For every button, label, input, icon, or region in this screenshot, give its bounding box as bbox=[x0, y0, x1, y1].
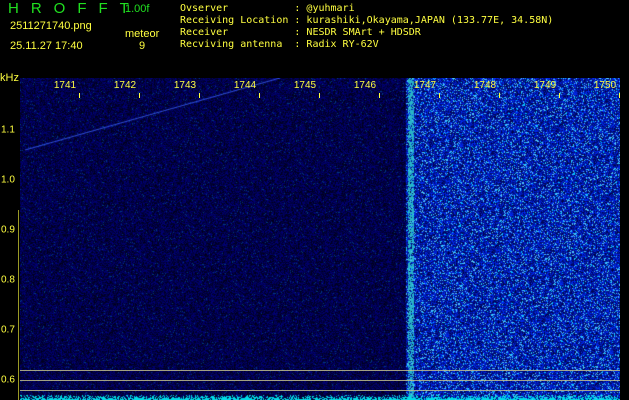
info-value: : NESDR SMArt + HDSDR bbox=[294, 27, 421, 38]
time-tick-label: 1746 bbox=[353, 80, 377, 91]
info-label: Ovserver bbox=[180, 3, 295, 14]
time-tick-mark bbox=[259, 93, 260, 98]
info-label: Receiver bbox=[180, 27, 295, 38]
waterfall-spectrogram bbox=[20, 78, 620, 400]
time-tick-label: 1742 bbox=[113, 80, 137, 91]
meteor-count: 9 bbox=[139, 40, 146, 52]
time-tick-label: 1750 bbox=[593, 80, 617, 91]
freq-tick-label: 1.1 bbox=[1, 124, 15, 136]
freq-tick-label: 1.0 bbox=[1, 174, 15, 186]
time-tick-label: 1743 bbox=[173, 80, 197, 91]
time-tick-label: 1744 bbox=[233, 80, 257, 91]
marker-line bbox=[20, 370, 620, 371]
app-title: HROFFT bbox=[8, 0, 141, 17]
time-tick-mark bbox=[199, 93, 200, 98]
freq-tick-label: 0.8 bbox=[1, 274, 15, 286]
info-location: Receiving Location : kurashiki,Okayama,J… bbox=[180, 15, 553, 27]
info-value: : kurashiki,Okayama,JAPAN (133.77E, 34.5… bbox=[294, 15, 554, 26]
info-observer: Ovserver : @yuhmari bbox=[180, 3, 355, 15]
freq-tick-label: 0.9 bbox=[1, 224, 15, 236]
freq-tick-label: 0.7 bbox=[1, 324, 15, 336]
info-receiver: Receiver : NESDR SMArt + HDSDR bbox=[180, 27, 421, 39]
time-tick-mark bbox=[499, 93, 500, 98]
info-label: Recviving antenna bbox=[180, 39, 295, 50]
marker-line bbox=[20, 380, 620, 381]
time-tick-mark bbox=[139, 93, 140, 98]
info-value: : @yuhmari bbox=[294, 3, 355, 14]
y-axis-line bbox=[18, 210, 19, 400]
marker-line bbox=[20, 390, 620, 391]
info-antenna: Recviving antenna : Radix RY-62V bbox=[180, 39, 379, 51]
time-tick-label: 1745 bbox=[293, 80, 317, 91]
time-tick-mark bbox=[619, 93, 620, 98]
version-label: 1.00f bbox=[125, 3, 150, 15]
meteor-label: meteor bbox=[125, 28, 160, 40]
time-tick-label: 1747 bbox=[413, 80, 437, 91]
time-tick-mark bbox=[319, 93, 320, 98]
info-label: Receiving Location bbox=[180, 15, 295, 26]
y-unit-label: kHz bbox=[0, 72, 19, 84]
time-tick-mark bbox=[379, 93, 380, 98]
time-tick-label: 1741 bbox=[53, 80, 77, 91]
time-tick-label: 1748 bbox=[473, 80, 497, 91]
datetime: 25.11.27 17:40 bbox=[10, 40, 83, 52]
info-value: : Radix RY-62V bbox=[294, 39, 379, 50]
time-tick-mark bbox=[439, 93, 440, 98]
time-tick-mark bbox=[79, 93, 80, 98]
freq-tick-label: 0.6 bbox=[1, 374, 15, 386]
time-tick-label: 1749 bbox=[533, 80, 557, 91]
time-tick-mark bbox=[559, 93, 560, 98]
filename: 2511271740.png bbox=[10, 20, 92, 32]
